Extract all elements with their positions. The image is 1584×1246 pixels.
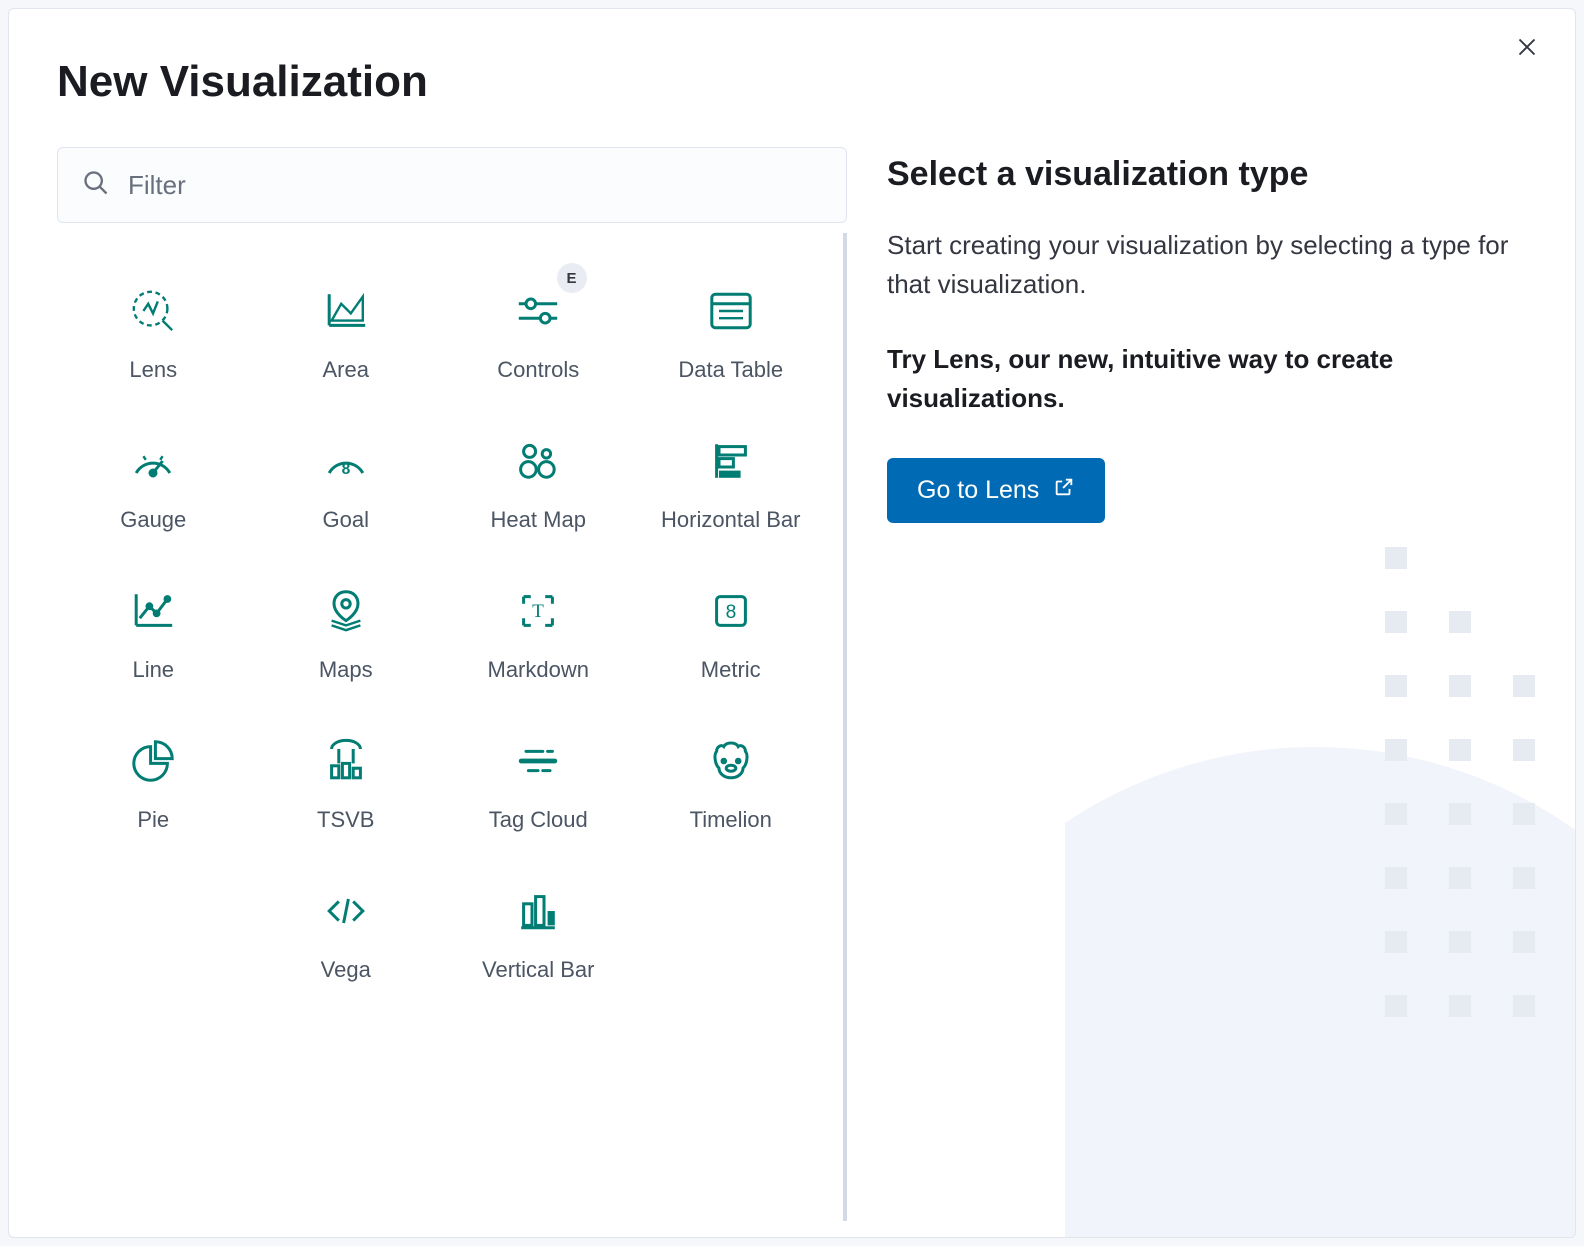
lens-icon <box>129 285 177 337</box>
viz-tile-markdown[interactable]: T Markdown <box>442 573 635 703</box>
viz-tile-vega[interactable]: Vega <box>250 873 443 1003</box>
viz-label: Line <box>132 657 174 683</box>
viz-tile-metric[interactable]: 8 Metric <box>635 573 828 703</box>
viz-label: Timelion <box>690 807 772 833</box>
horizontal-bar-icon <box>707 435 755 487</box>
viz-label: Pie <box>137 807 169 833</box>
maps-icon <box>322 585 370 637</box>
vertical-bar-icon <box>514 885 562 937</box>
viz-tile-vertical-bar[interactable]: Vertical Bar <box>442 873 635 1003</box>
viz-label: Goal <box>323 507 369 533</box>
controls-icon <box>514 285 562 337</box>
viz-tile-tsvb[interactable]: TSVB <box>250 723 443 853</box>
viz-label: Data Table <box>678 357 783 383</box>
viz-label: Maps <box>319 657 373 683</box>
viz-label: Vertical Bar <box>482 957 595 983</box>
info-panel: Select a visualization type Start creati… <box>887 147 1527 1221</box>
markdown-icon: T <box>514 585 562 637</box>
pie-chart-icon <box>129 735 177 787</box>
viz-tile-goal[interactable]: 8 Goal <box>250 423 443 553</box>
table-icon <box>707 285 755 337</box>
viz-label: Gauge <box>120 507 186 533</box>
tag-cloud-icon <box>514 735 562 787</box>
code-icon <box>322 885 370 937</box>
viz-tile-pie[interactable]: Pie <box>57 723 250 853</box>
line-chart-icon <box>129 585 177 637</box>
tsvb-icon <box>322 735 370 787</box>
viz-tile-data-table[interactable]: Data Table <box>635 273 828 403</box>
viz-tile-heat-map[interactable]: Heat Map <box>442 423 635 553</box>
filter-input[interactable] <box>128 170 822 201</box>
viz-label: Vega <box>321 957 371 983</box>
viz-label: Controls <box>497 357 579 383</box>
viz-label: Lens <box>129 357 177 383</box>
viz-label: TSVB <box>317 807 374 833</box>
viz-tile-lens[interactable]: Lens <box>57 273 250 403</box>
viz-label: Area <box>323 357 369 383</box>
gauge-icon <box>129 435 177 487</box>
new-visualization-dialog: New Visualization <box>8 8 1576 1238</box>
viz-tile-tag-cloud[interactable]: Tag Cloud <box>442 723 635 853</box>
external-link-icon <box>1053 476 1075 505</box>
experimental-badge: E <box>557 263 587 293</box>
close-icon <box>1517 45 1537 60</box>
viz-label: Horizontal Bar <box>661 507 800 533</box>
viz-label: Heat Map <box>491 507 586 533</box>
viz-tile-horizontal-bar[interactable]: Horizontal Bar <box>635 423 828 553</box>
search-icon <box>82 169 110 202</box>
close-button[interactable] <box>1511 31 1543 66</box>
viz-label: Markdown <box>488 657 589 683</box>
visualization-type-panel: Lens Area E <box>57 147 847 1221</box>
goal-icon: 8 <box>322 435 370 487</box>
svg-text:8: 8 <box>341 461 350 478</box>
area-chart-icon <box>322 285 370 337</box>
viz-tile-area[interactable]: Area <box>250 273 443 403</box>
viz-label: Metric <box>701 657 761 683</box>
dialog-title: New Visualization <box>9 9 1575 147</box>
heatmap-icon <box>514 435 562 487</box>
metric-icon: 8 <box>707 585 755 637</box>
info-title: Select a visualization type <box>887 155 1527 194</box>
viz-tile-controls[interactable]: E Controls <box>442 273 635 403</box>
svg-text:8: 8 <box>725 602 736 623</box>
viz-tile-maps[interactable]: Maps <box>250 573 443 703</box>
info-description: Start creating your visualization by sel… <box>887 226 1527 304</box>
viz-tile-timelion[interactable]: Timelion <box>635 723 828 853</box>
svg-text:T: T <box>532 601 544 622</box>
filter-field[interactable] <box>57 147 847 223</box>
timelion-icon <box>707 735 755 787</box>
viz-label: Tag Cloud <box>489 807 588 833</box>
cta-label: Go to Lens <box>917 476 1039 505</box>
viz-tile-gauge[interactable]: Gauge <box>57 423 250 553</box>
info-promo: Try Lens, our new, intuitive way to crea… <box>887 340 1527 418</box>
go-to-lens-button[interactable]: Go to Lens <box>887 458 1105 523</box>
viz-tile-line[interactable]: Line <box>57 573 250 703</box>
